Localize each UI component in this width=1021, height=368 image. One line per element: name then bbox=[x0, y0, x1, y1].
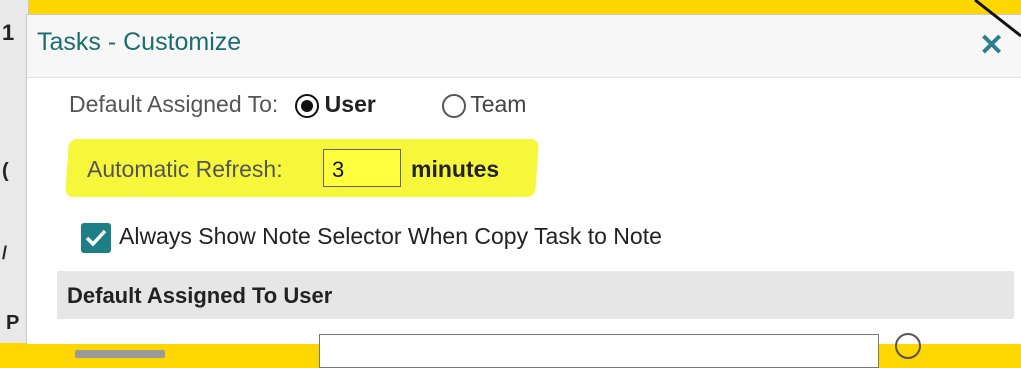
annotation-line bbox=[974, 0, 1021, 38]
